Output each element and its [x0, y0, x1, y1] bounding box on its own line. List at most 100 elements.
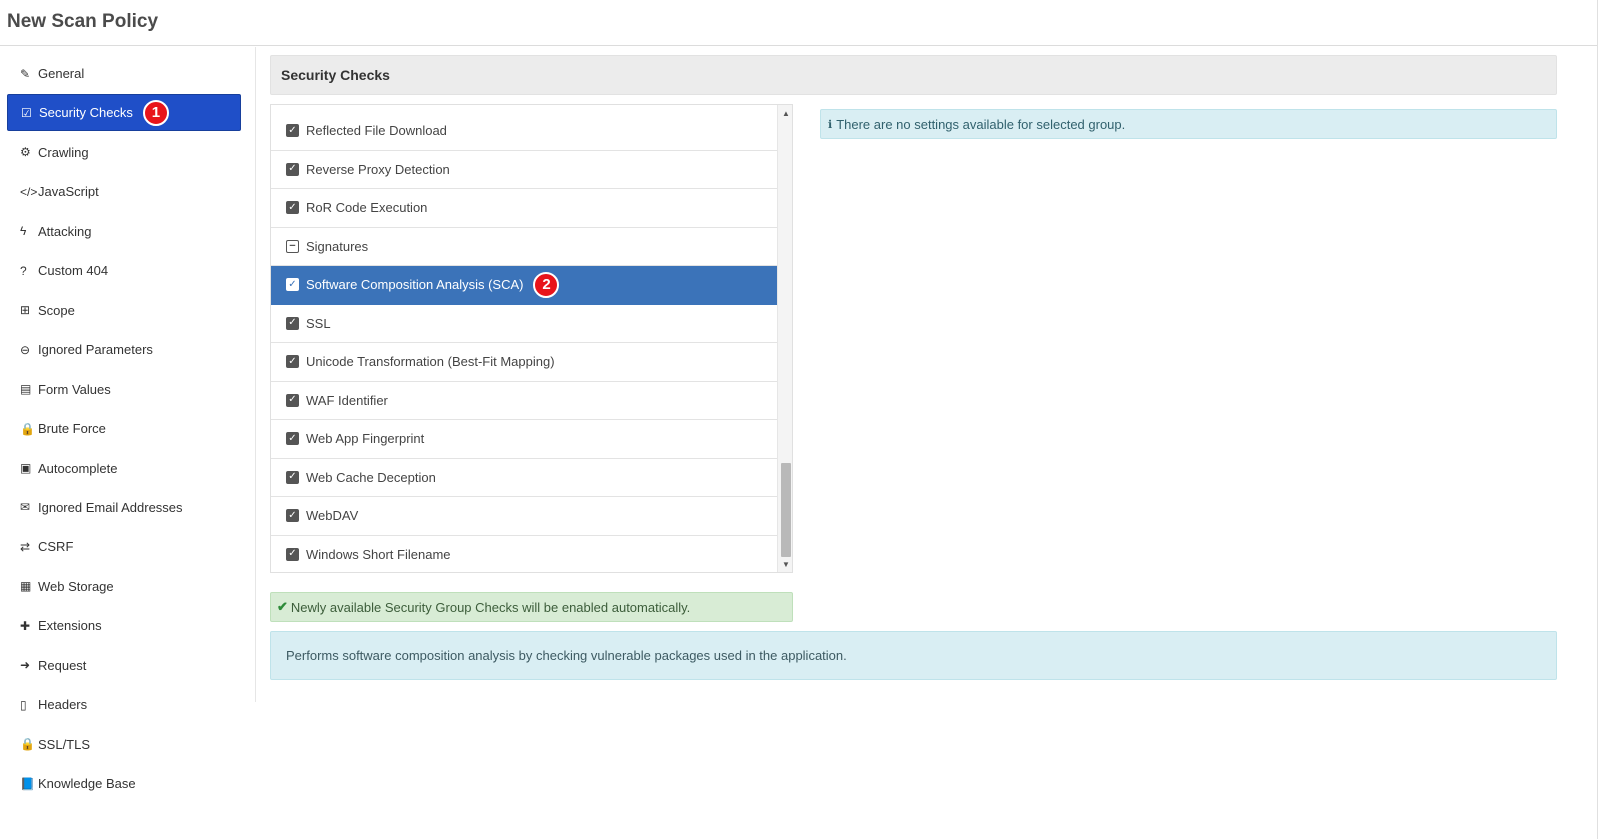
check-label: WebDAV	[306, 508, 359, 524]
page-header: New Scan Policy	[0, 0, 1597, 46]
sidebar-item-label: Knowledge Base	[38, 776, 136, 792]
auto-enable-success-alert: ✔ Newly available Security Group Checks …	[270, 592, 793, 622]
checked-checkbox[interactable]: ✓	[286, 470, 299, 484]
checked-checkbox[interactable]: ✓	[286, 547, 299, 561]
checked-checkbox[interactable]: ✓	[286, 509, 299, 523]
check-row-ror-code-execution[interactable]: ✓ RoR Code Execution	[271, 189, 777, 228]
checked-checkbox[interactable]: ✓	[286, 432, 299, 446]
check-row-software-composition-analysis-sca[interactable]: ✓ Software Composition Analysis (SCA) 2	[271, 266, 777, 305]
sidebar-item-label: Extensions	[38, 618, 102, 634]
sidebar-item-general[interactable]: ✎ General	[7, 55, 241, 92]
sidebar-item-ignored-parameters[interactable]: ⊖ Ignored Parameters	[7, 331, 241, 368]
caret-square-icon: ▣	[20, 461, 32, 475]
list-scrollbar[interactable]: ▲ ▼	[777, 105, 792, 572]
info-text: There are no settings available for sele…	[836, 116, 1126, 132]
edit-icon: ✎	[20, 66, 31, 81]
puzzle-icon: ✚	[20, 618, 31, 633]
sidebar-item-csrf[interactable]: ⇄ CSRF	[7, 528, 241, 565]
sidebar-item-custom-404[interactable]: ? Custom 404	[7, 252, 241, 289]
check-label: Software Composition Analysis (SCA)	[306, 277, 524, 293]
minus-circle-icon: ⊖	[20, 342, 31, 357]
sidebar-item-label: Web Storage	[38, 578, 114, 594]
sidebar-item-extensions[interactable]: ✚ Extensions	[7, 607, 241, 644]
sidebar-item-ignored-email-addresses[interactable]: ✉ Ignored Email Addresses	[7, 489, 241, 526]
sidebar-item-label: Crawling	[38, 144, 89, 160]
lock-icon: 🔒	[20, 421, 35, 436]
sidebar-item-headers[interactable]: ▯ Headers	[7, 686, 241, 723]
checked-checkbox[interactable]: ✓	[286, 316, 299, 330]
check-description-alert: Performs software composition analysis b…	[270, 631, 1557, 680]
sidebar-item-label: Ignored Parameters	[38, 342, 153, 358]
sidebar-item-label: General	[38, 66, 85, 81]
check-label: RoR Code Execution	[306, 200, 428, 216]
sidebar-item-security-checks[interactable]: ☑ Security Checks 1	[7, 94, 241, 132]
check-label: Reflected File Download	[306, 123, 447, 139]
scroll-down-arrow-icon[interactable]: ▼	[778, 557, 792, 571]
success-text: Newly available Security Group Checks wi…	[290, 599, 691, 615]
check-row-signatures[interactable]: − Signatures	[271, 228, 777, 266]
step-badge: 1	[142, 99, 169, 126]
description-text: Performs software composition analysis b…	[286, 648, 847, 663]
sidebar-item-label: Custom 404	[38, 263, 109, 279]
check-row-windows-short-filename[interactable]: ✓ Windows Short Filename	[271, 536, 777, 573]
check-label: Unicode Transformation (Best-Fit Mapping…	[306, 354, 555, 370]
checked-checkbox[interactable]: ✓	[286, 355, 299, 369]
sidebar-item-label: CSRF	[38, 539, 74, 555]
file-text-icon: ▯	[20, 697, 27, 712]
sidebar-item-form-values[interactable]: ▤ Form Values	[7, 371, 241, 408]
question-circle-icon: ?	[20, 263, 27, 278]
sidebar-item-request[interactable]: ➜ Request	[7, 647, 241, 684]
check-label: Signatures	[306, 238, 369, 254]
check-label: WAF Identifier	[306, 392, 388, 408]
sidebar-item-web-storage[interactable]: ▦ Web Storage	[7, 568, 241, 605]
scroll-up-arrow-icon[interactable]: ▲	[778, 106, 792, 120]
panel-title: Security Checks	[281, 67, 390, 83]
check-row-web-cache-deception[interactable]: ✓ Web Cache Deception	[271, 459, 777, 497]
check-label: Windows Short Filename	[306, 546, 451, 562]
sidebar-item-label: Request	[38, 657, 87, 673]
check-label: Web App Fingerprint	[306, 431, 425, 447]
sidebar-item-javascript[interactable]: </> JavaScript	[7, 173, 241, 210]
sidebar-item-brute-force[interactable]: 🔒 Brute Force	[7, 410, 241, 447]
step-badge: 2	[533, 271, 560, 298]
sidebar-item-ssl-tls[interactable]: 🔒 SSL/TLS	[7, 726, 241, 763]
check-row-reflected-file-download[interactable]: ✓ Reflected File Download	[271, 112, 777, 151]
check-label: SSL	[306, 315, 331, 331]
checked-checkbox[interactable]: ✓	[286, 393, 299, 407]
sidebar-item-autocomplete[interactable]: ▣ Autocomplete	[7, 450, 241, 487]
scrollbar-thumb[interactable]	[781, 463, 791, 557]
checked-checkbox[interactable]: ✓	[286, 162, 299, 176]
info-icon: ℹ	[828, 118, 833, 131]
check-row-webdav[interactable]: ✓ WebDAV	[271, 497, 777, 536]
sidebar-nav: ✎ General ☑ Security Checks 1 ⚙ Crawling </> Jav…	[0, 47, 256, 791]
sidebar-item-crawling[interactable]: ⚙ Crawling	[7, 134, 241, 171]
check-row-waf-identifier[interactable]: ✓ WAF Identifier	[271, 382, 777, 420]
sidebar-item-label: Form Values	[38, 381, 111, 397]
exchange-icon: ⇄	[20, 539, 31, 554]
checked-checkbox[interactable]: ✓	[286, 278, 299, 292]
sidebar-item-knowledge-base[interactable]: 📘 Knowledge Base	[7, 765, 241, 802]
sidebar-item-label: Autocomplete	[38, 460, 118, 476]
check-row-web-app-fingerprint[interactable]: ✓ Web App Fingerprint	[271, 420, 777, 459]
gears-icon: ⚙	[20, 145, 31, 160]
sitemap-icon: ⊞	[20, 303, 31, 318]
sidebar-item-label: Security Checks	[39, 105, 133, 121]
list-alt-icon: ▤	[20, 382, 32, 397]
checked-checkbox[interactable]: ✓	[286, 124, 299, 138]
check-list-items: ✓ Reflected File Download ✓ Reverse Proxy D…	[271, 112, 777, 573]
security-checks-panel-header: Security Checks	[270, 55, 1557, 95]
right-divider	[1597, 0, 1598, 839]
indeterminate-checkbox[interactable]: −	[286, 239, 299, 253]
sidebar-item-label: Headers	[38, 697, 88, 713]
grid-icon: ▦	[20, 579, 32, 594]
sidebar-item-attacking[interactable]: ϟ Attacking	[7, 213, 241, 250]
sidebar-item-label: SSL/TLS	[38, 736, 91, 752]
check-row-ssl[interactable]: ✓ SSL	[271, 305, 777, 343]
checkmark-icon: ✔	[277, 599, 288, 614]
check-row-unicode-transformation-best-fit-mapping[interactable]: ✓ Unicode Transformation (Best-Fit Mappin…	[271, 343, 777, 382]
sidebar-item-scope[interactable]: ⊞ Scope	[7, 292, 241, 329]
lock-icon: 🔒	[20, 737, 35, 752]
checked-checkbox[interactable]: ✓	[286, 201, 299, 215]
check-label: Web Cache Deception	[306, 469, 436, 485]
check-row-reverse-proxy-detection[interactable]: ✓ Reverse Proxy Detection	[271, 151, 777, 189]
